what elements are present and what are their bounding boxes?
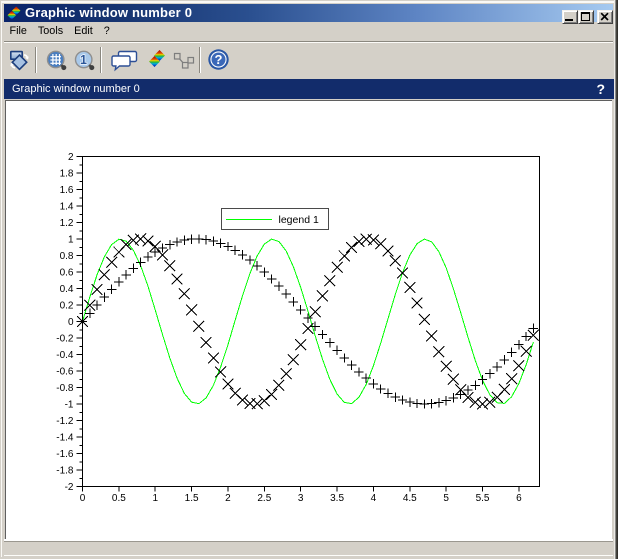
svg-text:0.5: 0.5 (112, 493, 126, 504)
svg-text:0: 0 (80, 493, 86, 504)
svg-text:2: 2 (68, 152, 74, 163)
svg-text:-0.6: -0.6 (56, 367, 74, 378)
svg-text:-1: -1 (65, 400, 74, 411)
svg-text:3: 3 (298, 493, 304, 504)
svg-text:legend 1: legend 1 (279, 214, 319, 226)
svg-text:5.5: 5.5 (476, 493, 490, 504)
svg-text:6: 6 (516, 493, 522, 504)
svg-text:1.2: 1.2 (60, 218, 74, 229)
svg-text:0: 0 (68, 317, 74, 328)
svg-text:-1.2: -1.2 (56, 416, 74, 427)
svg-text:-0.2: -0.2 (56, 334, 74, 345)
svg-text:-1.8: -1.8 (56, 466, 74, 477)
svg-text:1: 1 (68, 235, 74, 246)
svg-text:-1.6: -1.6 (56, 449, 74, 460)
svg-text:0.2: 0.2 (60, 301, 74, 312)
svg-text:-1.4: -1.4 (56, 433, 74, 444)
svg-text:-0.8: -0.8 (56, 383, 74, 394)
svg-text:2.5: 2.5 (257, 493, 271, 504)
svg-text:0.8: 0.8 (60, 251, 74, 262)
svg-text:2: 2 (225, 493, 231, 504)
svg-text:1.4: 1.4 (60, 202, 74, 213)
svg-text:-0.4: -0.4 (56, 350, 74, 361)
svg-text:5: 5 (443, 493, 449, 504)
svg-text:1.8: 1.8 (60, 169, 74, 180)
svg-text:0.6: 0.6 (60, 268, 74, 279)
svg-text:1.6: 1.6 (60, 185, 74, 196)
svg-text:4.5: 4.5 (403, 493, 417, 504)
svg-text:1.5: 1.5 (185, 493, 199, 504)
svg-text:3.5: 3.5 (330, 493, 344, 504)
svg-text:4: 4 (371, 493, 377, 504)
svg-text:-2: -2 (65, 482, 74, 493)
svg-text:0.4: 0.4 (60, 284, 74, 295)
svg-text:1: 1 (152, 493, 158, 504)
